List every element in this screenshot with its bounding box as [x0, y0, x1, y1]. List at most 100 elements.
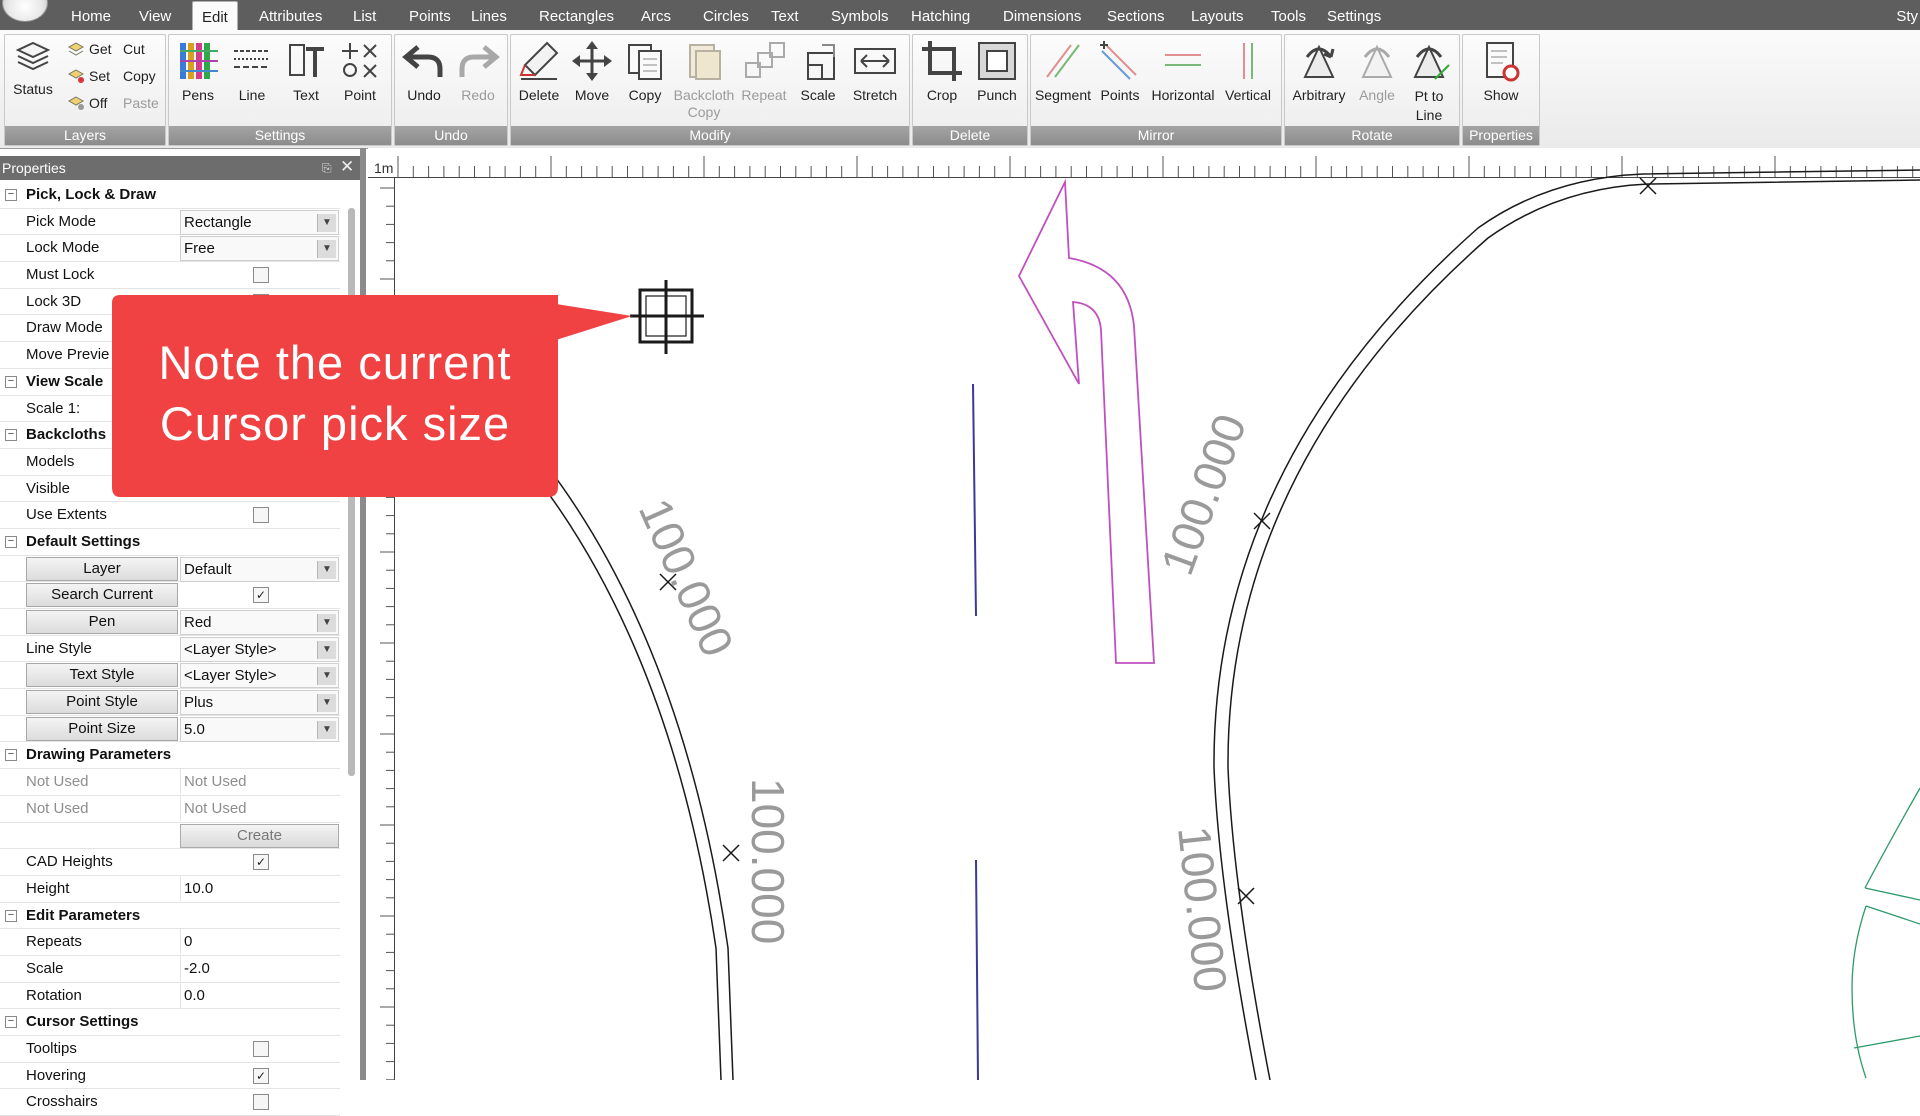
- chevron-down-icon[interactable]: ▼: [317, 720, 336, 739]
- property-row-pick-mode[interactable]: Pick Mode Rectangle ▼: [0, 209, 340, 236]
- property-row-must-lock[interactable]: Must Lock: [0, 262, 340, 289]
- property-dropdown-point-style[interactable]: Plus ▼: [180, 690, 339, 716]
- collapse-minus-icon[interactable]: −: [5, 375, 17, 388]
- menu-hatching[interactable]: Hatching: [902, 0, 979, 30]
- mirror-segment-button[interactable]: Segment: [1033, 39, 1093, 103]
- create-button[interactable]: Create: [180, 823, 339, 848]
- menu-circles[interactable]: Circles: [694, 0, 758, 30]
- property-row-height[interactable]: Height 10.0: [0, 875, 340, 903]
- collapse-minus-icon[interactable]: −: [5, 749, 17, 762]
- rotate-pt-to-line-button[interactable]: Pt to Line: [1403, 39, 1455, 125]
- category-drawing-parameters[interactable]: − Drawing Parameters: [0, 742, 340, 770]
- get-layer-button[interactable]: Get: [67, 41, 112, 57]
- menu-lines[interactable]: Lines: [462, 0, 516, 30]
- property-row-use-extents[interactable]: Use Extents: [0, 502, 340, 529]
- point-style-button[interactable]: Point: [335, 39, 385, 103]
- move-button[interactable]: Move: [567, 39, 617, 103]
- chevron-down-icon[interactable]: ▼: [317, 213, 336, 232]
- property-row-cad-heights[interactable]: CAD Heights ✓: [0, 849, 340, 876]
- mirror-horizontal-button[interactable]: Horizontal: [1147, 39, 1219, 103]
- menu-attributes[interactable]: Attributes: [250, 0, 331, 30]
- property-dropdown-pen[interactable]: Red ▼: [180, 610, 339, 635]
- property-row-point-style[interactable]: Point Style Plus ▼: [0, 689, 340, 716]
- menu-list[interactable]: List: [344, 0, 385, 30]
- collapse-minus-icon[interactable]: −: [5, 429, 17, 442]
- collapse-minus-icon[interactable]: −: [5, 1016, 17, 1029]
- checkbox-cad-heights[interactable]: ✓: [253, 854, 269, 871]
- stretch-button[interactable]: Stretch: [845, 39, 905, 103]
- panel-splitter[interactable]: [360, 148, 366, 1080]
- scale-button[interactable]: Scale: [793, 39, 843, 103]
- menu-edit[interactable]: Edit: [192, 1, 238, 31]
- property-button-text-style[interactable]: Text Style: [26, 663, 178, 688]
- category-cursor-settings[interactable]: − Cursor Settings: [0, 1009, 340, 1036]
- menu-sections[interactable]: Sections: [1098, 0, 1174, 30]
- mirror-points-button[interactable]: Points: [1095, 39, 1145, 103]
- property-value-scale[interactable]: -2.0: [180, 955, 340, 981]
- category-pick-lock-draw[interactable]: − Pick, Lock & Draw: [0, 182, 340, 209]
- menu-view[interactable]: View: [130, 0, 180, 30]
- app-logo-icon[interactable]: [2, 0, 48, 22]
- menu-text[interactable]: Text: [762, 0, 808, 30]
- chevron-down-icon[interactable]: ▼: [317, 560, 336, 579]
- property-button-point-style[interactable]: Point Style: [26, 690, 178, 715]
- property-button-layer[interactable]: Layer: [26, 556, 178, 581]
- property-row-crosshairs[interactable]: Crosshairs: [0, 1089, 340, 1116]
- property-row-tooltips[interactable]: Tooltips: [0, 1036, 340, 1063]
- crop-button[interactable]: Crop: [917, 39, 967, 103]
- chevron-down-icon[interactable]: ▼: [317, 694, 336, 713]
- repeat-button[interactable]: Repeat: [737, 39, 791, 103]
- status-button[interactable]: Status: [11, 39, 55, 97]
- property-row-not-used[interactable]: Not Used Not Used: [0, 769, 340, 796]
- property-row-point-size[interactable]: Point Size 5.0 ▼: [0, 716, 340, 743]
- property-row-rotation[interactable]: Rotation 0.0: [0, 982, 340, 1010]
- property-row-line-style[interactable]: Line Style <Layer Style> ▼: [0, 636, 340, 663]
- category-default-settings[interactable]: − Default Settings: [0, 528, 340, 556]
- property-dropdown-text-style[interactable]: <Layer Style> ▼: [180, 663, 339, 689]
- collapse-minus-icon[interactable]: −: [5, 909, 17, 922]
- property-row-layer[interactable]: Layer Default ▼: [0, 556, 340, 583]
- property-value-not-used[interactable]: Not Used: [180, 769, 340, 795]
- punch-button[interactable]: Punch: [971, 39, 1023, 103]
- checkbox-tooltips[interactable]: [253, 1041, 269, 1057]
- property-value-height[interactable]: 10.0: [180, 875, 340, 901]
- rotate-arbitrary-button[interactable]: Arbitrary: [1287, 39, 1351, 103]
- mirror-vertical-button[interactable]: Vertical: [1219, 39, 1277, 103]
- property-row-scale[interactable]: Scale -2.0: [0, 955, 340, 983]
- off-layer-button[interactable]: Off: [67, 95, 107, 111]
- undo-button[interactable]: Undo: [399, 39, 449, 103]
- menu-symbols[interactable]: Symbols: [822, 0, 898, 30]
- copy-button[interactable]: Copy: [619, 39, 671, 103]
- property-row-repeats[interactable]: Repeats 0: [0, 929, 340, 956]
- pin-icon[interactable]: ⎘: [322, 156, 332, 180]
- property-button-pen[interactable]: Pen: [26, 610, 178, 634]
- paste-button[interactable]: Paste: [123, 95, 159, 111]
- menu-tools[interactable]: Tools: [1262, 0, 1315, 30]
- menu-layouts[interactable]: Layouts: [1182, 0, 1253, 30]
- cut-button[interactable]: Cut: [123, 41, 145, 57]
- backcloth-copy-button[interactable]: Backcloth Copy: [671, 39, 737, 121]
- property-row-lock-mode[interactable]: Lock Mode Free ▼: [0, 235, 340, 263]
- category-edit-parameters[interactable]: − Edit Parameters: [0, 902, 340, 930]
- drawing-canvas[interactable]: 1m 100.000 100.000 100.000 100.000: [368, 148, 1920, 1080]
- menu-rectangles[interactable]: Rectangles: [530, 0, 623, 30]
- property-dropdown-layer[interactable]: Default ▼: [180, 556, 339, 582]
- menu-points[interactable]: Points: [400, 0, 460, 30]
- checkbox-search-current[interactable]: ✓: [253, 587, 269, 604]
- property-dropdown-lock-mode[interactable]: Free ▼: [180, 236, 339, 262]
- menu-settings[interactable]: Settings: [1318, 0, 1390, 30]
- property-value-repeats[interactable]: 0: [180, 929, 340, 955]
- text-style-button[interactable]: Text: [281, 39, 331, 103]
- property-dropdown-pick-mode[interactable]: Rectangle ▼: [180, 209, 339, 235]
- show-properties-button[interactable]: Show: [1473, 39, 1529, 103]
- property-row-not-used[interactable]: Not Used Not Used: [0, 795, 340, 823]
- checkbox-use-extents[interactable]: [253, 507, 269, 524]
- checkbox-crosshairs[interactable]: [253, 1094, 269, 1111]
- close-icon[interactable]: ✕: [340, 155, 354, 179]
- menu-overflow-label[interactable]: Sty: [1896, 0, 1920, 33]
- menu-dimensions[interactable]: Dimensions: [994, 0, 1090, 30]
- property-button-search-current[interactable]: Search Current: [26, 583, 178, 608]
- delete-button[interactable]: Delete: [513, 39, 565, 103]
- property-row-text-style[interactable]: Text Style <Layer Style> ▼: [0, 662, 340, 690]
- checkbox-hovering[interactable]: ✓: [253, 1067, 269, 1084]
